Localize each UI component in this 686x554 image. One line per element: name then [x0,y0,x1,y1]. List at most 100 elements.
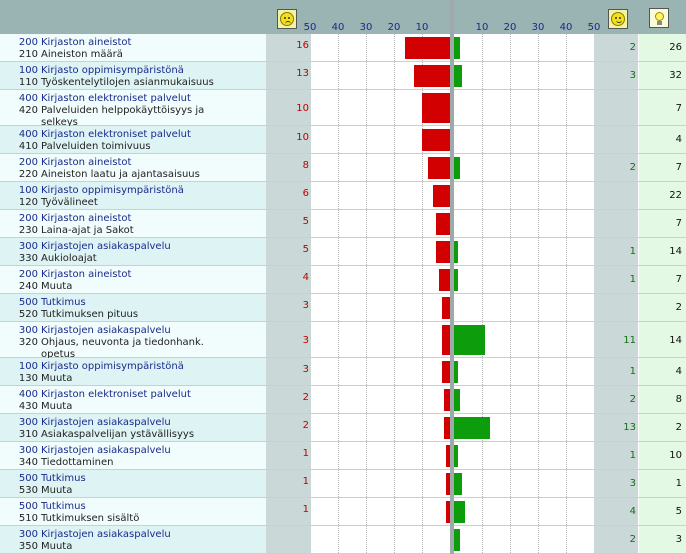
table-row[interactable]: 100 Kirjasto oppimisympäristönä 130 Muuta 3 1… [0,358,686,386]
category-label[interactable]: 200 Kirjaston aineistot [14,213,264,225]
grid-line [338,238,339,265]
grid-line [394,266,395,293]
table-row[interactable]: 100 Kirjasto oppimisympäristönä 120 Työväli… [0,182,686,210]
positive-count-cell: 2 [594,386,638,413]
table-row[interactable]: 200 Kirjaston aineistot 210 Aineiston määrä… [0,34,686,62]
table-row[interactable]: 300 Kirjastojen asiakaspalvelu 310 Asiakasp… [0,414,686,442]
grid-line [366,322,367,357]
grid-line [338,126,339,153]
category-label[interactable]: 500 Tutkimus [14,501,264,513]
grid-line [566,526,567,553]
table-row[interactable]: 500 Tutkimus 510 Tutkimuksen sisältö 1 4 5 [0,498,686,526]
row-label: 400 Kirjaston elektroniset palvelut 410 Pal… [0,126,266,153]
grid-line [338,322,339,357]
negative-count-cell: 13 [266,62,311,89]
category-label[interactable]: 200 Kirjaston aineistot [14,37,264,49]
suggestion-count: 7 [675,103,682,114]
category-label[interactable]: 200 Kirjaston aineistot [14,269,264,281]
row-label: 200 Kirjaston aineistot 220 Aineiston laatu… [0,154,266,181]
grid-line [538,358,539,385]
category-label[interactable]: 400 Kirjaston elektroniset palvelut [14,129,264,141]
grid-line [538,182,539,209]
row-label: 500 Tutkimus 510 Tutkimuksen sisältö [0,498,266,525]
grid-line [422,266,423,293]
suggestion-count-cell: 4 [639,126,686,153]
negative-bar [441,325,450,355]
row-label: 300 Kirjastojen asiakaspalvelu 340 Tiedotta… [0,442,266,469]
grid-line [538,294,539,321]
table-row[interactable]: 500 Tutkimus 530 Muuta 1 3 1 [0,470,686,498]
category-label[interactable]: 300 Kirjastojen asiakaspalvelu [14,445,264,457]
category-name: Kirjastojen asiakaspalvelu [41,445,171,456]
table-row[interactable]: 400 Kirjaston elektroniset palvelut 430 Muu… [0,386,686,414]
grid-line [366,358,367,385]
table-row[interactable]: 300 Kirjastojen asiakaspalvelu 340 Tiedotta… [0,442,686,470]
positive-count: 11 [623,335,636,346]
positive-count-cell: 2 [594,154,638,181]
positive-bar [454,445,458,467]
grid-line [510,526,511,553]
positive-count: 1 [629,450,636,461]
category-label[interactable]: 300 Kirjastojen asiakaspalvelu [14,241,264,253]
category-label[interactable]: 300 Kirjastojen asiakaspalvelu [14,325,264,337]
grid-line [538,386,539,413]
grid-line [338,386,339,413]
grid-line [422,294,423,321]
category-label[interactable]: 100 Kirjasto oppimisympäristönä [14,185,264,197]
category-label[interactable]: 100 Kirjasto oppimisympäristönä [14,65,264,77]
grid-line [510,154,511,181]
suggestion-count-cell: 1 [639,470,686,497]
category-label[interactable]: 300 Kirjastojen asiakaspalvelu [14,529,264,541]
grid-line [394,238,395,265]
category-label[interactable]: 300 Kirjastojen asiakaspalvelu [14,417,264,429]
positive-count-cell: 3 [594,62,638,89]
negative-count: 2 [302,392,309,403]
category-label[interactable]: 500 Tutkimus [14,297,264,309]
table-row[interactable]: 200 Kirjaston aineistot 240 Muuta 4 1 7 [0,266,686,294]
subcategory-label: 430 Muuta [14,401,264,413]
category-label[interactable]: 400 Kirjaston elektroniset palvelut [14,389,264,401]
negative-count-cell [266,526,311,553]
negative-bar [433,185,450,207]
table-row[interactable]: 200 Kirjaston aineistot 230 Laina-ajat ja S… [0,210,686,238]
subcategory-name: Tiedottaminen [41,457,114,468]
positive-bar [454,529,460,551]
category-label[interactable]: 400 Kirjaston elektroniset palvelut [14,93,264,105]
grid-line [422,322,423,357]
grid-line [566,182,567,209]
table-row[interactable]: 300 Kirjastojen asiakaspalvelu 330 Aukioloa… [0,238,686,266]
table-row[interactable]: 100 Kirjasto oppimisympäristönä 110 Työsken… [0,62,686,90]
table-row[interactable]: 500 Tutkimus 520 Tutkimuksen pituus 3 2 [0,294,686,322]
grid-line [510,386,511,413]
suggestion-count-cell: 8 [639,386,686,413]
positive-count: 2 [629,42,636,53]
grid-line [538,322,539,357]
table-row[interactable]: 300 Kirjastojen asiakaspalvelu 350 Muuta 2 3 [0,526,686,554]
positive-bar [454,325,485,355]
category-name: Tutkimus [41,473,86,484]
table-row[interactable]: 200 Kirjaston aineistot 220 Aineiston laatu… [0,154,686,182]
category-label[interactable]: 200 Kirjaston aineistot [14,157,264,169]
grid-line [566,238,567,265]
table-row[interactable]: 400 Kirjaston elektroniset palvelut 410 Pal… [0,126,686,154]
subcategory-label: 210 Aineiston määrä [14,49,264,61]
grid-line [510,238,511,265]
subcategory-label: 230 Laina-ajat ja Sakot [14,225,264,237]
negative-count: 13 [296,68,309,79]
category-code: 300 [18,417,38,428]
table-row[interactable]: 400 Kirjaston elektroniset palvelut 420 Pal… [0,90,686,128]
suggestion-count: 3 [675,534,682,545]
suggestion-count-cell: 4 [639,358,686,385]
positive-count: 2 [629,162,636,173]
category-label[interactable]: 500 Tutkimus [14,473,264,485]
suggestion-count: 7 [675,162,682,173]
category-label[interactable]: 100 Kirjasto oppimisympäristönä [14,361,264,373]
subcategory-code: 220 [18,169,38,180]
grid-line [510,442,511,469]
category-code: 200 [18,37,38,48]
subcategory-label: 320 Ohjaus, neuvonta ja tiedonhank. [14,337,264,349]
subcategory-name: Tutkimuksen sisältö [41,513,140,524]
table-row[interactable]: 300 Kirjastojen asiakaspalvelu 320 Ohjaus, … [0,322,686,360]
negative-count: 16 [296,40,309,51]
suggestion-count: 32 [669,70,682,81]
